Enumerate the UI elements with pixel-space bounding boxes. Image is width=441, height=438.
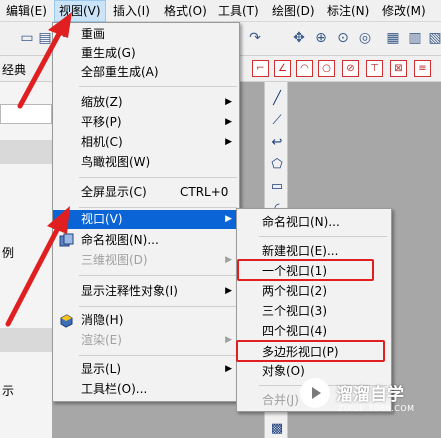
watermark: 溜溜自学 ZIXUE.3D66.COM bbox=[300, 372, 441, 438]
arrow-to-view-menu bbox=[17, 12, 72, 109]
watermark-title: 溜溜自学 bbox=[336, 385, 404, 405]
watermark-logo bbox=[300, 378, 330, 408]
watermark-subtitle: ZIXUE.3D66.COM bbox=[338, 404, 415, 413]
arrow-to-viewport-item bbox=[5, 206, 70, 327]
